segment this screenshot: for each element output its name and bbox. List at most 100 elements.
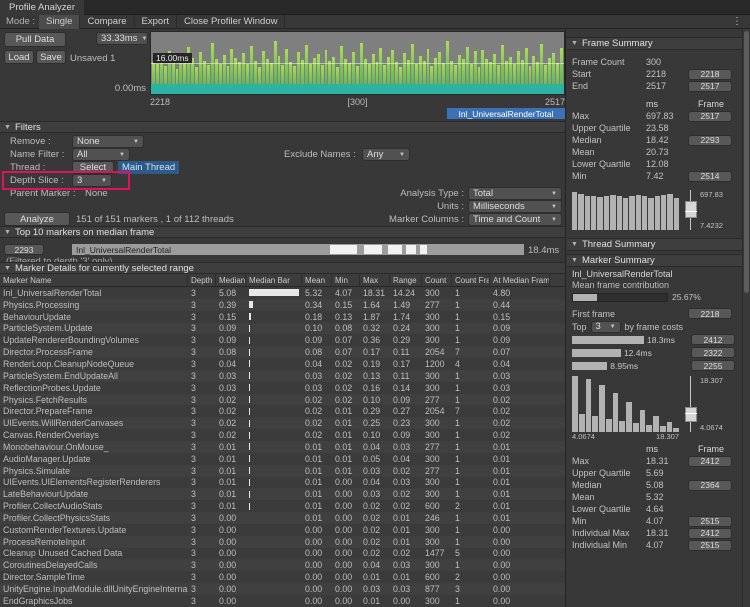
ms-column-label: ms bbox=[646, 444, 688, 454]
marker-summary-boxplot bbox=[685, 376, 697, 432]
table-row[interactable]: ParticleSystem.EndUpdateAll30.030.030.02… bbox=[0, 370, 566, 382]
table-row[interactable]: EndGraphicsJobs30.000.000.000.010.003001… bbox=[0, 595, 566, 607]
column-header[interactable]: Count Frame bbox=[452, 274, 490, 286]
table-row[interactable]: ReflectionProbes.Update30.030.030.020.16… bbox=[0, 382, 566, 394]
summary-row: Individual Max18.312412 bbox=[567, 527, 742, 539]
column-header[interactable]: At Median Frame bbox=[490, 274, 550, 286]
filters-header[interactable]: ▼ Filters bbox=[0, 121, 566, 133]
column-header[interactable]: Min bbox=[332, 274, 360, 286]
top10-header[interactable]: ▼ Top 10 markers on median frame bbox=[0, 226, 566, 238]
table-row[interactable]: LateBehaviourUpdate30.010.010.000.030.02… bbox=[0, 488, 566, 500]
top-n-dropdown[interactable]: 3▼ bbox=[591, 321, 621, 333]
mode-single-button[interactable]: Single bbox=[39, 15, 80, 29]
table-row[interactable]: UpdateRendererBoundingVolumes30.090.090.… bbox=[0, 334, 566, 346]
table-row[interactable]: BehaviourUpdate30.150.180.131.871.743001… bbox=[0, 311, 566, 323]
summary-row: Lower Quartile12.08 bbox=[567, 158, 742, 170]
table-row[interactable]: Profiler.CollectPhysicsStats30.000.010.0… bbox=[0, 512, 566, 524]
exclude-names-label: Exclude Names : bbox=[284, 149, 356, 160]
frame-badge[interactable]: 2517 bbox=[688, 81, 732, 92]
frame-badge[interactable]: 2412 bbox=[691, 334, 735, 345]
vertical-scrollbar[interactable] bbox=[742, 29, 750, 607]
column-header[interactable]: Count bbox=[422, 274, 452, 286]
table-row[interactable]: Physics.Processing30.390.340.151.641.492… bbox=[0, 299, 566, 311]
frame-badge[interactable]: 2364 bbox=[688, 480, 732, 491]
pull-data-button[interactable]: Pull Data bbox=[4, 32, 66, 47]
thread-summary-header[interactable]: ▼ Thread Summary bbox=[567, 238, 742, 251]
table-row[interactable]: Physics.Simulate30.010.010.010.030.02277… bbox=[0, 465, 566, 477]
thread-value-chip[interactable]: Main Thread bbox=[118, 161, 179, 174]
frame-badge[interactable]: 2515 bbox=[688, 540, 732, 551]
frame-badge[interactable]: 2412 bbox=[688, 456, 732, 467]
table-row[interactable]: UIEvents.WillRenderCanvases30.020.020.01… bbox=[0, 417, 566, 429]
top10-frame-badge[interactable]: 2293 bbox=[4, 244, 44, 255]
save-button[interactable]: Save bbox=[36, 50, 66, 64]
frame-badge[interactable]: 2293 bbox=[688, 135, 732, 146]
table-row[interactable]: Director.ProcessFrame30.080.080.070.170.… bbox=[0, 346, 566, 358]
thread-label: Thread : bbox=[10, 162, 45, 173]
frame-badge[interactable]: 2514 bbox=[688, 171, 732, 182]
scrollbar-thumb[interactable] bbox=[744, 31, 749, 293]
table-row[interactable]: UIEvents.UIElementsRegisterRenderers30.0… bbox=[0, 477, 566, 489]
name-filter-dropdown[interactable]: All▼ bbox=[72, 148, 130, 161]
profile-analyzer-window: Profile Analyzer Mode : Single Compare E… bbox=[0, 0, 750, 607]
kebab-menu-icon[interactable]: ⋮ bbox=[724, 16, 750, 27]
axis-start-label: 2218 bbox=[150, 97, 170, 107]
summary-row: Start22182218 bbox=[567, 68, 742, 80]
mode-compare-button[interactable]: Compare bbox=[80, 15, 134, 29]
table-row[interactable]: ParticleSystem.Update30.090.100.080.320.… bbox=[0, 323, 566, 335]
column-header[interactable]: Marker Name bbox=[0, 274, 188, 286]
close-profiler-window-button[interactable]: Close Profiler Window bbox=[177, 15, 285, 29]
frame-badge[interactable]: 2255 bbox=[691, 360, 735, 371]
frame-summary-header[interactable]: ▼ Frame Summary bbox=[567, 37, 742, 50]
scale-dropdown[interactable]: 33.33ms ▼ bbox=[96, 32, 148, 45]
marker-details-title: Marker Details for currently selected ra… bbox=[15, 263, 194, 274]
analyze-button[interactable]: Analyze bbox=[4, 212, 70, 226]
column-header[interactable]: Max bbox=[360, 274, 390, 286]
frame-badge[interactable]: 2517 bbox=[688, 111, 732, 122]
exclude-names-dropdown[interactable]: Any▼ bbox=[362, 148, 410, 161]
chevron-down-icon: ▼ bbox=[551, 217, 557, 223]
table-row[interactable]: Physics.FetchResults30.020.020.020.100.0… bbox=[0, 394, 566, 406]
frame-time-chart[interactable]: 16.00ms bbox=[150, 31, 565, 95]
table-row[interactable]: CustomRenderTextures.Update30.000.000.00… bbox=[0, 524, 566, 536]
thread-select-button[interactable]: Select bbox=[72, 161, 114, 174]
summary-row: Min4.072515 bbox=[567, 515, 742, 527]
table-row[interactable]: Profiler.CollectAudioStats30.010.010.000… bbox=[0, 500, 566, 512]
table-row[interactable]: Inl_UniversalRenderTotal35.085.324.0718.… bbox=[0, 287, 566, 299]
analysis-type-dropdown[interactable]: Total▼ bbox=[468, 187, 562, 200]
table-row[interactable]: AudioManager.Update30.010.010.010.050.04… bbox=[0, 453, 566, 465]
column-header[interactable]: Depth bbox=[188, 274, 216, 286]
table-row[interactable]: Cleanup Unused Cached Data30.000.000.000… bbox=[0, 548, 566, 560]
table-row[interactable]: RenderLoop.CleanupNodeQueue30.040.040.02… bbox=[0, 358, 566, 370]
top-n-value: 3 bbox=[596, 321, 601, 332]
tab-profile-analyzer[interactable]: Profile Analyzer bbox=[0, 0, 84, 15]
table-row[interactable]: UnityEngine.InputModule.dllUnityEngineIn… bbox=[0, 583, 566, 595]
depth-slice-dropdown[interactable]: 3▼ bbox=[72, 174, 112, 187]
marker-summary-header[interactable]: ▼ Marker Summary bbox=[567, 254, 742, 267]
export-button[interactable]: Export bbox=[135, 15, 177, 29]
units-value: Milliseconds bbox=[473, 201, 525, 212]
marker-summary-name: Inl_UniversalRenderTotal bbox=[567, 267, 742, 279]
column-header[interactable]: Mean bbox=[302, 274, 332, 286]
marker-columns-dropdown[interactable]: Time and Count▼ bbox=[468, 213, 562, 226]
table-row[interactable]: ProcessRemoteInput30.000.000.000.020.013… bbox=[0, 536, 566, 548]
table-row[interactable]: Monobehaviour.OnMouse_30.010.010.010.040… bbox=[0, 441, 566, 453]
table-row[interactable]: Canvas.RenderOverlays30.020.020.010.100.… bbox=[0, 429, 566, 441]
column-header[interactable]: Range bbox=[390, 274, 422, 286]
column-header[interactable]: Median Bar bbox=[246, 274, 302, 286]
selected-marker-badge[interactable]: Inl_UniversalRenderTotal bbox=[447, 108, 565, 119]
table-row[interactable]: Director.SampleTime30.000.000.000.010.01… bbox=[0, 571, 566, 583]
units-dropdown[interactable]: Milliseconds▼ bbox=[468, 200, 562, 213]
remove-dropdown[interactable]: None▼ bbox=[72, 135, 144, 148]
load-button[interactable]: Load bbox=[4, 50, 34, 64]
first-frame-badge[interactable]: 2218 bbox=[688, 308, 732, 319]
top10-bar[interactable]: Inl_UniversalRenderTotal bbox=[72, 244, 524, 255]
frame-badge[interactable]: 2515 bbox=[688, 516, 732, 527]
frame-badge[interactable]: 2412 bbox=[688, 528, 732, 539]
frame-badge[interactable]: 2218 bbox=[688, 69, 732, 80]
table-row[interactable]: Director.PrepareFrame30.020.020.010.290.… bbox=[0, 405, 566, 417]
table-row[interactable]: CoroutinesDelayedCalls30.000.000.000.040… bbox=[0, 559, 566, 571]
column-header[interactable]: Median bbox=[216, 274, 246, 286]
frame-badge[interactable]: 2322 bbox=[691, 347, 735, 358]
marker-details-header[interactable]: ▼ Marker Details for currently selected … bbox=[0, 262, 566, 274]
